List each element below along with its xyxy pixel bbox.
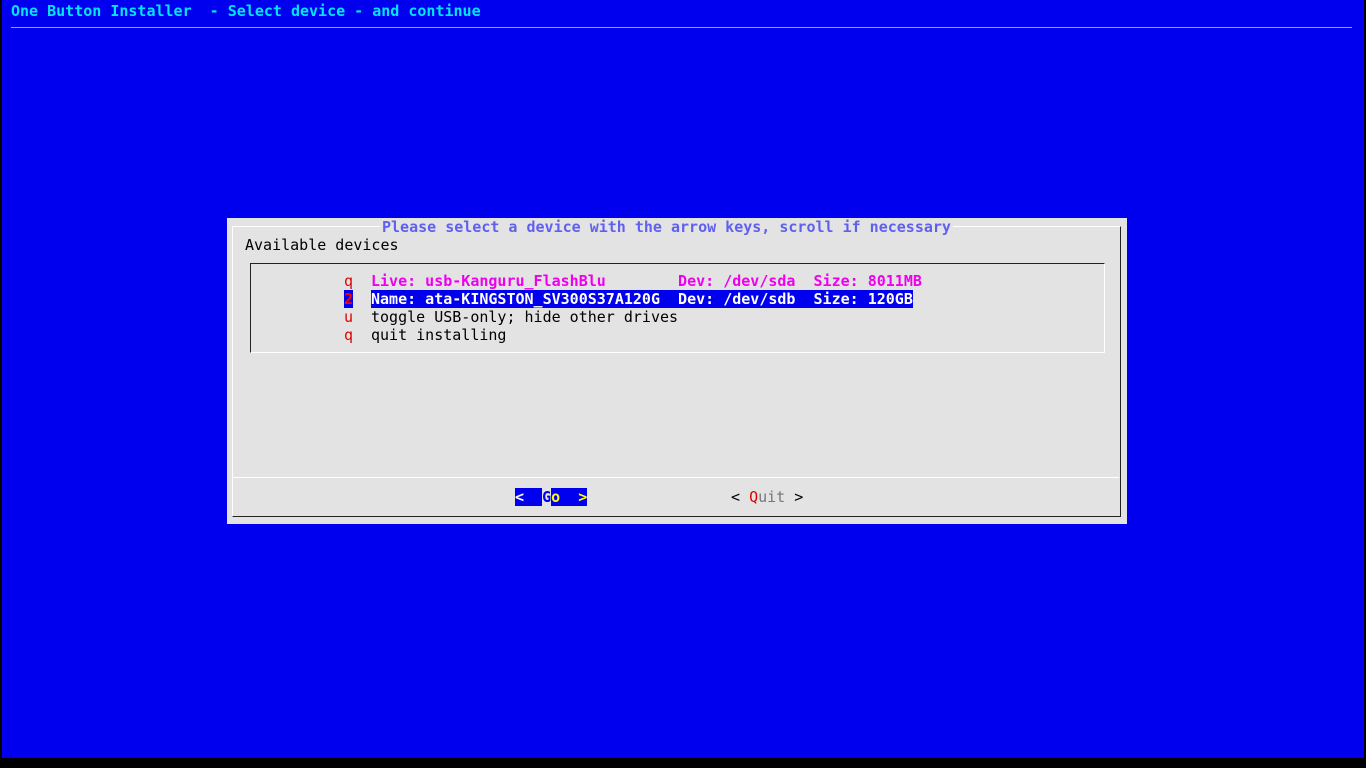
item-text: quit installing bbox=[371, 326, 507, 344]
menu-item-kingston-selected[interactable]: 2 Name: ata-KINGSTON_SV300S37A120G Dev: … bbox=[227, 290, 1127, 308]
item-key: 2 bbox=[344, 290, 354, 308]
menu-item-toggle-usb[interactable]: u toggle USB-only; hide other drives bbox=[227, 308, 1127, 326]
go-hotkey: G bbox=[542, 488, 552, 506]
go-bracket: < bbox=[515, 488, 543, 506]
select-device-dialog: Please select a device with the arrow ke… bbox=[227, 218, 1127, 524]
go-button[interactable]: < Go > bbox=[515, 488, 588, 506]
item-text: Name: ata-KINGSTON_SV300S37A120G Dev: /d… bbox=[371, 290, 913, 308]
app-title: One Button Installer - Select device - a… bbox=[11, 2, 481, 20]
quit-button[interactable]: < Quit > bbox=[731, 488, 803, 506]
terminal-screen: One Button Installer - Select device - a… bbox=[2, 0, 1364, 758]
item-text: Live: usb-Kanguru_FlashBlu Dev: /dev/sda… bbox=[371, 272, 922, 290]
button-separator bbox=[233, 477, 1119, 478]
menu-item-quit-installing[interactable]: q quit installing bbox=[227, 326, 1127, 344]
item-key: q bbox=[344, 326, 354, 344]
title-divider bbox=[11, 27, 1352, 28]
quit-bracket: < bbox=[731, 488, 750, 506]
go-label: o > bbox=[551, 488, 588, 506]
quit-label: uit bbox=[758, 488, 786, 506]
quit-bracket-close: > bbox=[785, 488, 804, 506]
item-key: u bbox=[344, 308, 354, 326]
menu-item-live-usb[interactable]: q Live: usb-Kanguru_FlashBlu Dev: /dev/s… bbox=[227, 272, 1127, 290]
list-label: Available devices bbox=[245, 236, 399, 254]
item-text: toggle USB-only; hide other drives bbox=[371, 308, 679, 326]
dialog-heading: Please select a device with the arrow ke… bbox=[380, 218, 953, 236]
item-key: q bbox=[344, 272, 354, 290]
quit-hotkey: Q bbox=[749, 488, 759, 506]
